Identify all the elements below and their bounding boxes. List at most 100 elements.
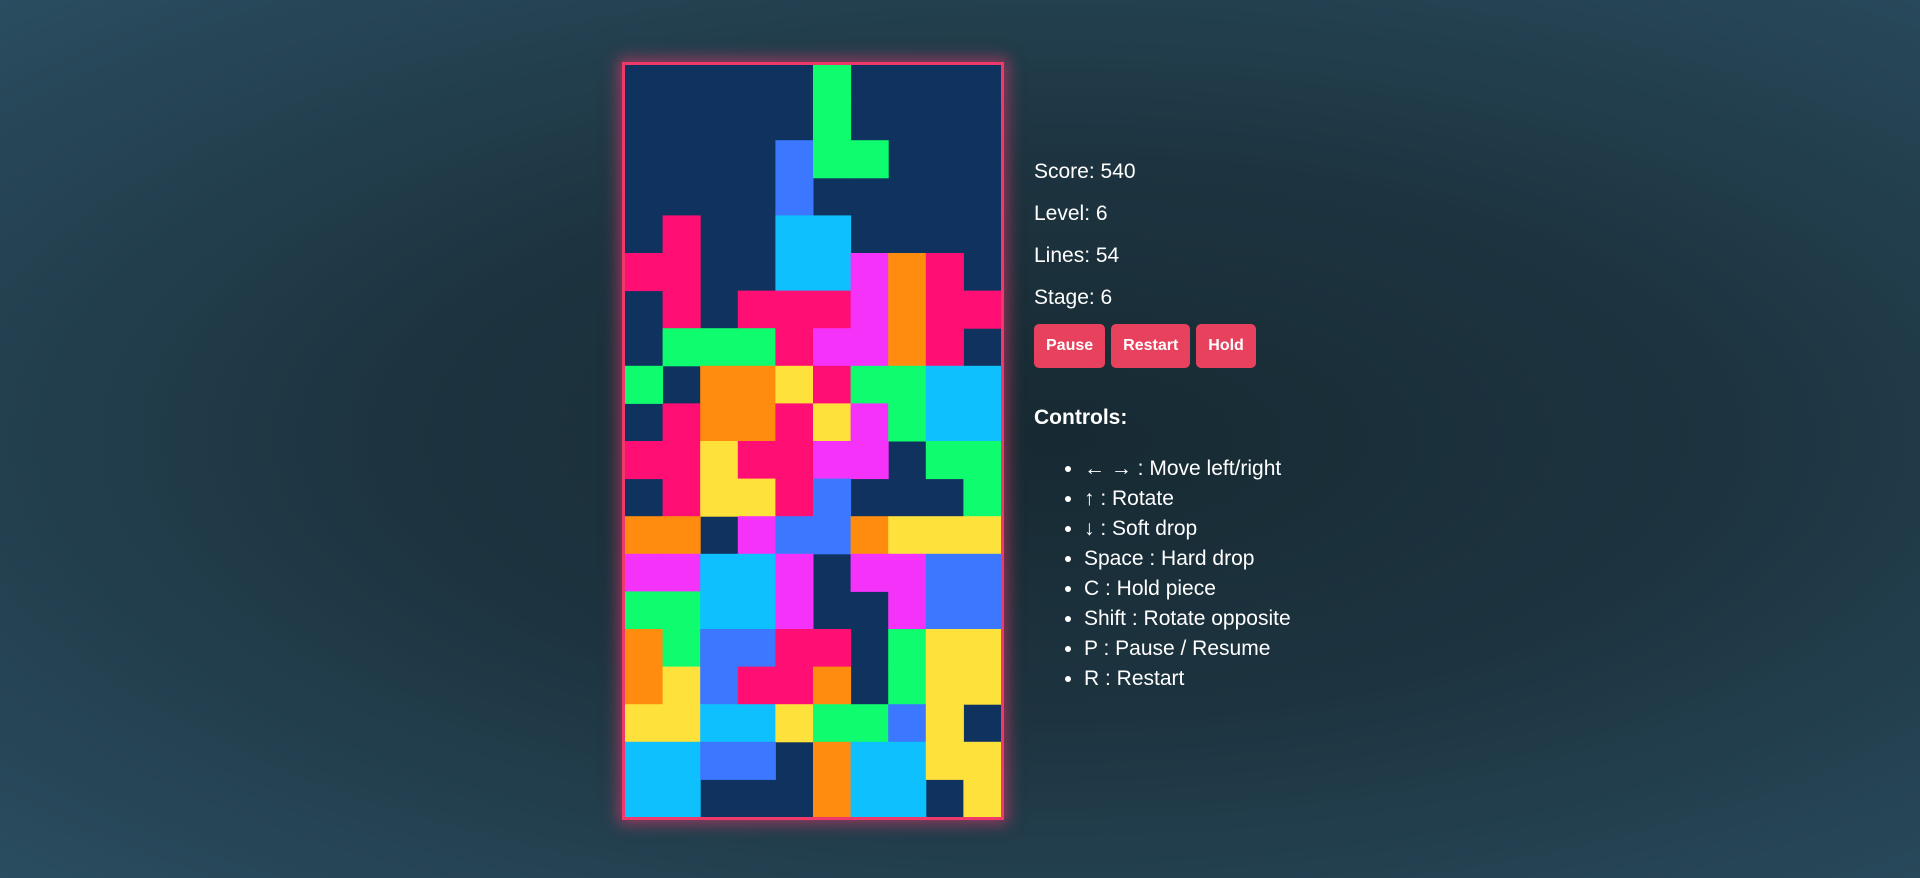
block-cell <box>625 441 664 480</box>
block-cell <box>625 365 664 404</box>
restart-button[interactable]: Restart <box>1111 324 1191 368</box>
block-cell <box>700 666 739 705</box>
block-cell <box>850 553 889 592</box>
block-cell <box>813 290 852 329</box>
block-cell <box>775 553 814 592</box>
block-cell <box>775 666 814 705</box>
block-cell <box>700 553 739 592</box>
block-cell <box>775 441 814 480</box>
pause-button[interactable]: Pause <box>1034 324 1106 368</box>
block-cell <box>813 65 852 104</box>
block-cell <box>737 403 776 442</box>
score-text: Score: 540 <box>1034 160 1136 183</box>
block-cell <box>737 629 776 668</box>
block-cell <box>737 441 776 480</box>
block-cell <box>662 253 701 292</box>
block-cell <box>813 102 852 141</box>
block-cell <box>888 666 927 705</box>
block-cell <box>925 290 964 329</box>
block-cell <box>963 741 1001 780</box>
block-cell <box>925 365 964 404</box>
block-cell <box>775 290 814 329</box>
block-cell <box>625 553 664 592</box>
block-cell <box>850 441 889 480</box>
control-item-rotate: ↑ : Rotate <box>1084 484 1374 514</box>
block-cell <box>813 704 852 743</box>
block-cell <box>737 290 776 329</box>
hold-button[interactable]: Hold <box>1196 324 1256 368</box>
block-cell <box>625 629 664 668</box>
block-cell <box>700 478 739 517</box>
block-cell <box>888 365 927 404</box>
block-cell <box>662 741 701 780</box>
block-cell <box>850 253 889 292</box>
block-cell <box>850 516 889 555</box>
block-cell <box>813 253 852 292</box>
block-cell <box>737 704 776 743</box>
block-cell <box>737 553 776 592</box>
control-item-hold: C : Hold piece <box>1084 574 1374 604</box>
block-cell <box>662 591 701 630</box>
control-item-pause: P : Pause / Resume <box>1084 634 1374 664</box>
block-cell <box>813 328 852 367</box>
block-cell <box>888 629 927 668</box>
block-cell <box>662 779 701 817</box>
block-cell <box>813 441 852 480</box>
block-cell <box>625 666 664 705</box>
block-cell <box>625 516 664 555</box>
block-cell <box>888 328 927 367</box>
game-board[interactable] <box>622 62 1004 820</box>
block-cell <box>963 478 1001 517</box>
control-item-soft-drop: ↓ : Soft drop <box>1084 514 1374 544</box>
block-cell <box>963 591 1001 630</box>
block-cell <box>662 516 701 555</box>
block-cell <box>888 704 927 743</box>
block-cell <box>888 253 927 292</box>
block-cell <box>813 478 852 517</box>
block-cell <box>963 403 1001 442</box>
block-cell <box>737 516 776 555</box>
block-cell <box>662 629 701 668</box>
block-cell <box>700 328 739 367</box>
block-cell <box>662 441 701 480</box>
block-cell <box>850 704 889 743</box>
button-row: Pause Restart Hold <box>1034 324 1374 368</box>
block-cell <box>625 741 664 780</box>
block-cell <box>625 253 664 292</box>
controls-title: Controls: <box>1034 406 1128 429</box>
block-cell <box>963 441 1001 480</box>
block-cell <box>662 215 701 254</box>
block-cell <box>850 328 889 367</box>
block-cell <box>662 290 701 329</box>
block-cell <box>775 177 814 216</box>
block-cell <box>925 403 964 442</box>
block-cell <box>737 741 776 780</box>
control-item-hard-drop: Space : Hard drop <box>1084 544 1374 574</box>
level-text: Level: 6 <box>1034 202 1108 225</box>
block-cell <box>625 704 664 743</box>
block-cell <box>850 290 889 329</box>
block-cell <box>888 779 927 817</box>
block-cell <box>737 365 776 404</box>
block-cell <box>775 365 814 404</box>
block-cell <box>888 553 927 592</box>
block-cell <box>813 403 852 442</box>
block-cell <box>625 779 664 817</box>
block-cell <box>662 328 701 367</box>
block-cell <box>700 704 739 743</box>
block-cell <box>813 629 852 668</box>
block-cell <box>775 403 814 442</box>
block-cell <box>925 328 964 367</box>
control-item-rotate-opposite: Shift : Rotate opposite <box>1084 604 1374 634</box>
block-cell <box>737 591 776 630</box>
block-cell <box>700 629 739 668</box>
block-cell <box>775 140 814 179</box>
block-cell <box>662 403 701 442</box>
block-cell <box>963 666 1001 705</box>
block-cell <box>662 704 701 743</box>
block-cell <box>813 741 852 780</box>
block-cell <box>813 215 852 254</box>
lines-text: Lines: 54 <box>1034 244 1120 267</box>
control-item-move: ← → : Move left/right <box>1084 454 1374 484</box>
block-cell <box>700 365 739 404</box>
